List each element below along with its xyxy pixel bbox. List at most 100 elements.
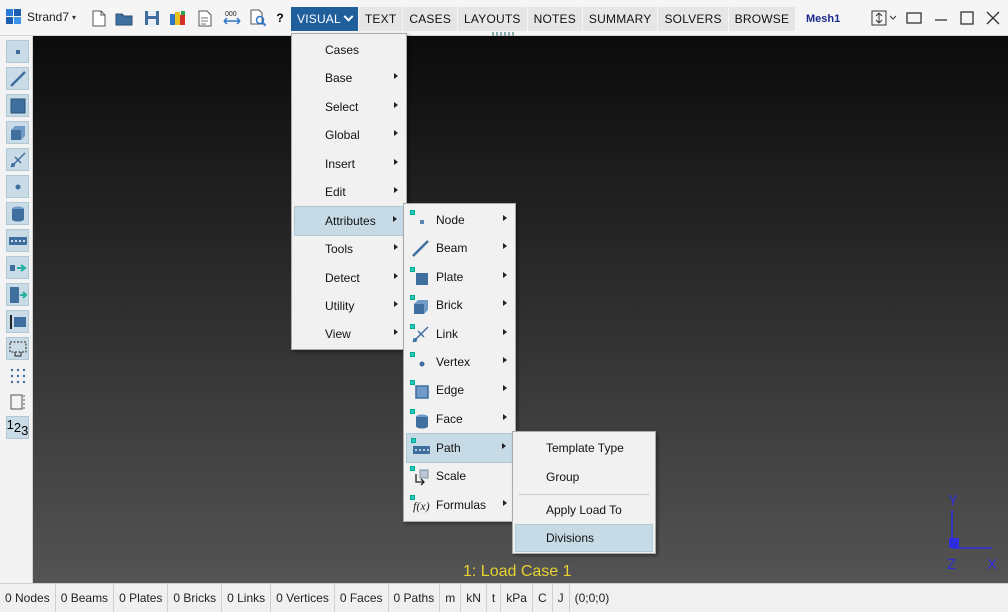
face-icon (410, 409, 430, 429)
node-icon (410, 210, 430, 230)
menu-item-link[interactable]: Link (406, 320, 513, 348)
select-window-icon[interactable] (6, 337, 29, 360)
path-tool-icon[interactable] (6, 229, 29, 252)
unit-force[interactable]: kN (461, 583, 487, 612)
submenu-arrow-icon (394, 130, 398, 136)
renumber-icon[interactable]: 000 (222, 8, 242, 28)
arrow-load-icon[interactable] (6, 256, 29, 279)
new-file-icon[interactable] (89, 8, 109, 28)
menu-item-vertex[interactable]: Vertex (406, 348, 513, 376)
submenu-arrow-icon (394, 301, 398, 307)
open-folder-icon[interactable] (114, 8, 134, 28)
unit-energy[interactable]: J (553, 583, 570, 612)
grid-dots-icon[interactable] (6, 364, 29, 387)
svg-text:f(x): f(x) (413, 499, 430, 513)
menu-item-formulas[interactable]: f(x) Formulas (406, 491, 513, 519)
edge-icon (410, 380, 430, 400)
color-scheme-icon[interactable] (168, 8, 188, 28)
status-faces[interactable]: 0 Faces (335, 583, 389, 612)
menu-item-attributes[interactable]: Attributes (294, 206, 404, 236)
brick-tool-icon[interactable] (6, 121, 29, 144)
unit-temperature[interactable]: C (533, 583, 553, 612)
unit-stress[interactable]: kPa (501, 583, 533, 612)
menu-item-label: View (325, 327, 351, 341)
menu-item-group[interactable]: Group (515, 463, 653, 491)
submenu-arrow-icon (502, 443, 506, 449)
menu-notes[interactable]: NOTES (527, 7, 583, 31)
status-links[interactable]: 0 Links (222, 583, 272, 612)
menu-item-base[interactable]: Base (294, 64, 404, 92)
document-icon[interactable] (195, 8, 215, 28)
status-beams[interactable]: 0 Beams (56, 583, 115, 612)
menu-browse[interactable]: BROWSE (728, 7, 797, 31)
help-icon[interactable]: ? (270, 8, 290, 28)
status-plates[interactable]: 0 Plates (114, 583, 169, 612)
height-adjust-icon[interactable] (870, 9, 898, 27)
menu-text[interactable]: TEXT (358, 7, 404, 31)
menu-item-node[interactable]: Node (406, 206, 513, 234)
save-icon[interactable] (142, 8, 162, 28)
menu-item-label: Insert (325, 157, 356, 171)
menu-summary[interactable]: SUMMARY (582, 7, 659, 31)
app-menu-button[interactable]: Strand7 ▾ (6, 9, 76, 25)
brick-icon (410, 295, 430, 315)
menu-item-cases[interactable]: Cases (294, 36, 404, 64)
menu-item-edge[interactable]: Edge (406, 376, 513, 404)
menu-item-view[interactable]: View (294, 320, 404, 348)
menu-item-label: Cases (325, 43, 360, 57)
menu-item-label: Edge (436, 383, 465, 397)
plate-tool-icon[interactable] (6, 94, 29, 117)
menu-item-divisions[interactable]: Divisions (515, 524, 653, 552)
menu-item-face[interactable]: Face (406, 405, 513, 433)
face-tool-icon[interactable] (6, 202, 29, 225)
menu-item-plate[interactable]: Plate (406, 263, 513, 291)
beam-tool-icon[interactable] (6, 67, 29, 90)
menu-item-brick[interactable]: Brick (406, 291, 513, 319)
menu-visual[interactable]: VISUAL (291, 7, 359, 31)
menu-layouts[interactable]: LAYOUTS (458, 7, 528, 31)
status-vertices[interactable]: 0 Vertices (271, 583, 335, 612)
vertex-tool-icon[interactable] (6, 175, 29, 198)
menu-item-edit[interactable]: Edit (294, 178, 404, 206)
close-icon[interactable] (984, 9, 1002, 27)
submenu-arrow-icon (503, 215, 507, 221)
menu-item-path[interactable]: Path (406, 433, 513, 463)
submenu-arrow-icon (503, 329, 507, 335)
menu-item-apply-load-to[interactable]: Apply Load To (515, 496, 653, 524)
menu-item-select[interactable]: Select (294, 93, 404, 121)
menu-visual-label: VISUAL (297, 12, 341, 26)
maximize-icon[interactable] (958, 9, 976, 27)
freedom-case-icon[interactable] (6, 283, 29, 306)
menu-item-scale[interactable]: Scale (406, 462, 513, 490)
unit-mass[interactable]: t (487, 583, 502, 612)
menu-item-template-type[interactable]: Template Type (515, 434, 653, 462)
submenu-arrow-icon (394, 159, 398, 165)
menu-item-insert[interactable]: Insert (294, 150, 404, 178)
menu-cases[interactable]: CASES (403, 7, 459, 31)
unit-length[interactable]: m (440, 583, 462, 612)
zoom-document-icon[interactable] (249, 8, 269, 28)
menu-item-detect[interactable]: Detect (294, 264, 404, 292)
menu-item-tools[interactable]: Tools (294, 235, 404, 263)
minimize-icon[interactable] (932, 9, 950, 27)
menu-item-label: Path (436, 441, 461, 455)
restore-pane-icon[interactable] (905, 9, 923, 27)
menu-item-label: Base (325, 71, 353, 85)
status-paths[interactable]: 0 Paths (389, 583, 441, 612)
menu-solvers[interactable]: SOLVERS (658, 7, 729, 31)
split-icon[interactable] (6, 390, 29, 413)
path-menu: Template Type Group Apply Load To Divisi… (512, 431, 656, 554)
node-tool-icon[interactable] (6, 40, 29, 63)
status-nodes[interactable]: 0 Nodes (0, 583, 56, 612)
menu-item-beam[interactable]: Beam (406, 234, 513, 262)
menu-item-label: Tools (325, 242, 354, 256)
numbering-icon[interactable]: 123 (6, 416, 29, 439)
menu-item-label: Node (436, 213, 465, 227)
menu-item-global[interactable]: Global (294, 121, 404, 149)
title-bar: Strand7 ▾ 000 ? VISUAL TEXT CASES LAYOUT… (0, 0, 1008, 36)
menu-item-utility[interactable]: Utility (294, 292, 404, 320)
status-bricks[interactable]: 0 Bricks (168, 583, 223, 612)
strand7-logo-icon (6, 9, 22, 25)
link-tool-icon[interactable] (6, 148, 29, 171)
plate-edge-icon[interactable] (6, 310, 29, 333)
